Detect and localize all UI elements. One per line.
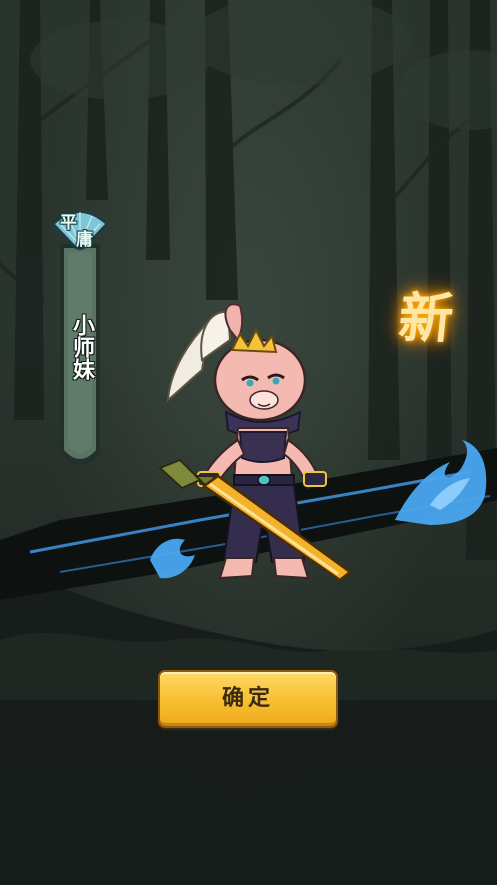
hero-character-art — [158, 303, 353, 582]
rarity-label: 平 庸 — [60, 212, 104, 256]
hero-name: 小师妹 — [69, 314, 94, 380]
confirm-button-label: 确定 — [221, 686, 274, 711]
confirm-button[interactable]: 确定 — [158, 670, 338, 728]
hero-banner: 平 庸 小师妹 — [46, 204, 114, 476]
rarity-char-1: 平 — [60, 213, 77, 233]
rarity-char-2: 庸 — [76, 230, 93, 250]
new-badge: 新 — [395, 286, 457, 350]
hero-reveal-scene: 平 庸 小师妹 新 确定 — [0, 0, 497, 885]
